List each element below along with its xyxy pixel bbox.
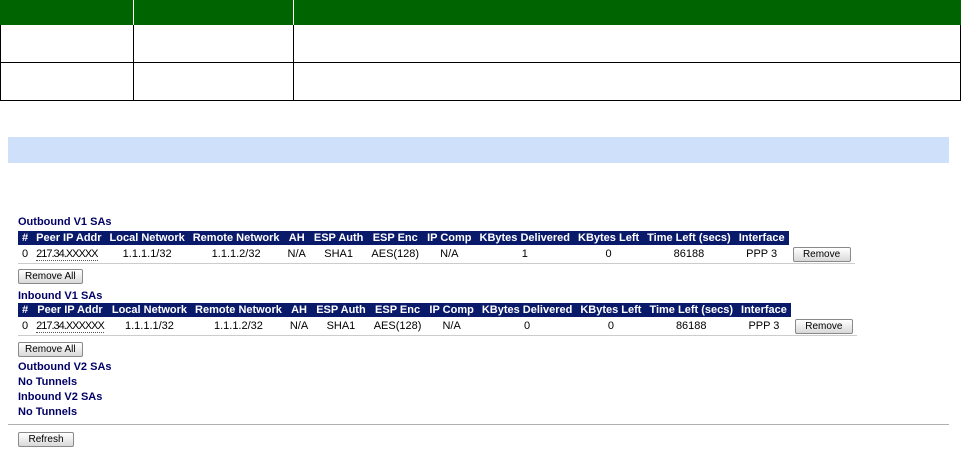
col-time-left: Time Left (secs) (645, 303, 738, 317)
cell-time-left: 86188 (643, 245, 735, 264)
col-remote-network: Remote Network (191, 303, 286, 317)
cell-ip-comp: N/A (425, 317, 478, 336)
col-ah: AH (285, 303, 313, 317)
cell-interface: PPP 3 (734, 245, 789, 264)
top-table-col-sep-2 (293, 25, 294, 101)
table-header-row: # Peer IP Addr Local Network Remote Netw… (18, 231, 855, 245)
remove-button[interactable]: Remove (792, 246, 851, 262)
col-kbytes-delivered: KBytes Delivered (475, 231, 575, 245)
col-local-network: Local Network (107, 303, 192, 317)
top-table (0, 0, 961, 101)
col-esp-enc: ESP Enc (369, 303, 426, 317)
cell-esp-auth: SHA1 (309, 245, 368, 264)
col-ah: AH (283, 231, 310, 245)
col-index: # (18, 303, 33, 317)
inbound-v1-table: # Peer IP Addr Local Network Remote Netw… (18, 303, 857, 336)
col-index: # (18, 231, 33, 245)
outbound-v2-status: No Tunnels (18, 376, 78, 388)
col-time-left: Time Left (secs) (643, 231, 735, 245)
cell-remote-network: 1.1.1.2/32 (188, 245, 284, 264)
col-esp-enc: ESP Enc (367, 231, 424, 245)
top-table-bottom-border (0, 100, 961, 101)
col-esp-auth: ESP Auth (309, 231, 368, 245)
cell-ip-comp: N/A (423, 245, 476, 264)
top-table-header (0, 0, 961, 25)
remove-all-button[interactable]: Remove All (18, 342, 83, 357)
top-table-row-divider (0, 62, 961, 63)
col-action (788, 231, 855, 245)
refresh-button[interactable]: Refresh (18, 432, 74, 447)
cell-local-network: 1.1.1.1/32 (107, 317, 192, 336)
col-ip-comp: IP Comp (425, 303, 478, 317)
divider (8, 424, 949, 425)
remove-button[interactable]: Remove (794, 318, 853, 334)
inbound-v2-title: Inbound V2 SAs (18, 391, 103, 403)
table-header-row: # Peer IP Addr Local Network Remote Netw… (18, 303, 857, 317)
col-esp-auth: ESP Auth (312, 303, 370, 317)
col-remote-network: Remote Network (188, 231, 284, 245)
top-table-col-sep-2 (293, 0, 294, 25)
outbound-v2-title: Outbound V2 SAs (18, 361, 112, 373)
remove-all-button[interactable]: Remove All (18, 269, 83, 284)
col-action (790, 303, 857, 317)
cell-esp-enc: AES(128) (367, 245, 424, 264)
cell-esp-enc: AES(128) (369, 317, 426, 336)
cell-remote-network: 1.1.1.2/32 (191, 317, 286, 336)
cell-esp-auth: SHA1 (312, 317, 370, 336)
col-kbytes-left: KBytes Left (576, 303, 646, 317)
cell-interface: PPP 3 (737, 317, 791, 336)
table-row: 0 217.34.XXXXX 1.1.1.1/32 1.1.1.2/32 N/A… (18, 245, 855, 264)
top-table-left-border (0, 25, 1, 101)
cell-index: 0 (18, 245, 33, 264)
cell-kbytes-delivered: 0 (477, 317, 577, 336)
outbound-v1-table: # Peer IP Addr Local Network Remote Netw… (18, 231, 855, 264)
cell-index: 0 (18, 317, 33, 336)
cell-kbytes-left: 0 (574, 245, 644, 264)
col-peer-ip: Peer IP Addr (32, 303, 108, 317)
top-table-col-sep-1 (133, 25, 134, 101)
col-local-network: Local Network (105, 231, 189, 245)
cell-time-left: 86188 (645, 317, 738, 336)
outbound-v1-title: Outbound V1 SAs (18, 216, 112, 228)
col-peer-ip: Peer IP Addr (32, 231, 106, 245)
cell-kbytes-left: 0 (576, 317, 646, 336)
inbound-v2-status: No Tunnels (18, 406, 78, 418)
col-ip-comp: IP Comp (423, 231, 476, 245)
col-interface: Interface (734, 231, 789, 245)
inbound-v1-title: Inbound V1 SAs (18, 290, 103, 302)
col-interface: Interface (737, 303, 791, 317)
cell-kbytes-delivered: 1 (475, 245, 575, 264)
section-bar (8, 137, 949, 163)
cell-local-network: 1.1.1.1/32 (105, 245, 189, 264)
cell-peer-ip: 217.34.XXXXX (36, 248, 99, 261)
cell-ah: N/A (283, 245, 310, 264)
col-kbytes-delivered: KBytes Delivered (477, 303, 577, 317)
cell-peer-ip: 217.34.XXXXXX (36, 320, 105, 333)
col-kbytes-left: KBytes Left (574, 231, 644, 245)
table-row: 0 217.34.XXXXXX 1.1.1.1/32 1.1.1.2/32 N/… (18, 317, 857, 336)
cell-ah: N/A (285, 317, 313, 336)
